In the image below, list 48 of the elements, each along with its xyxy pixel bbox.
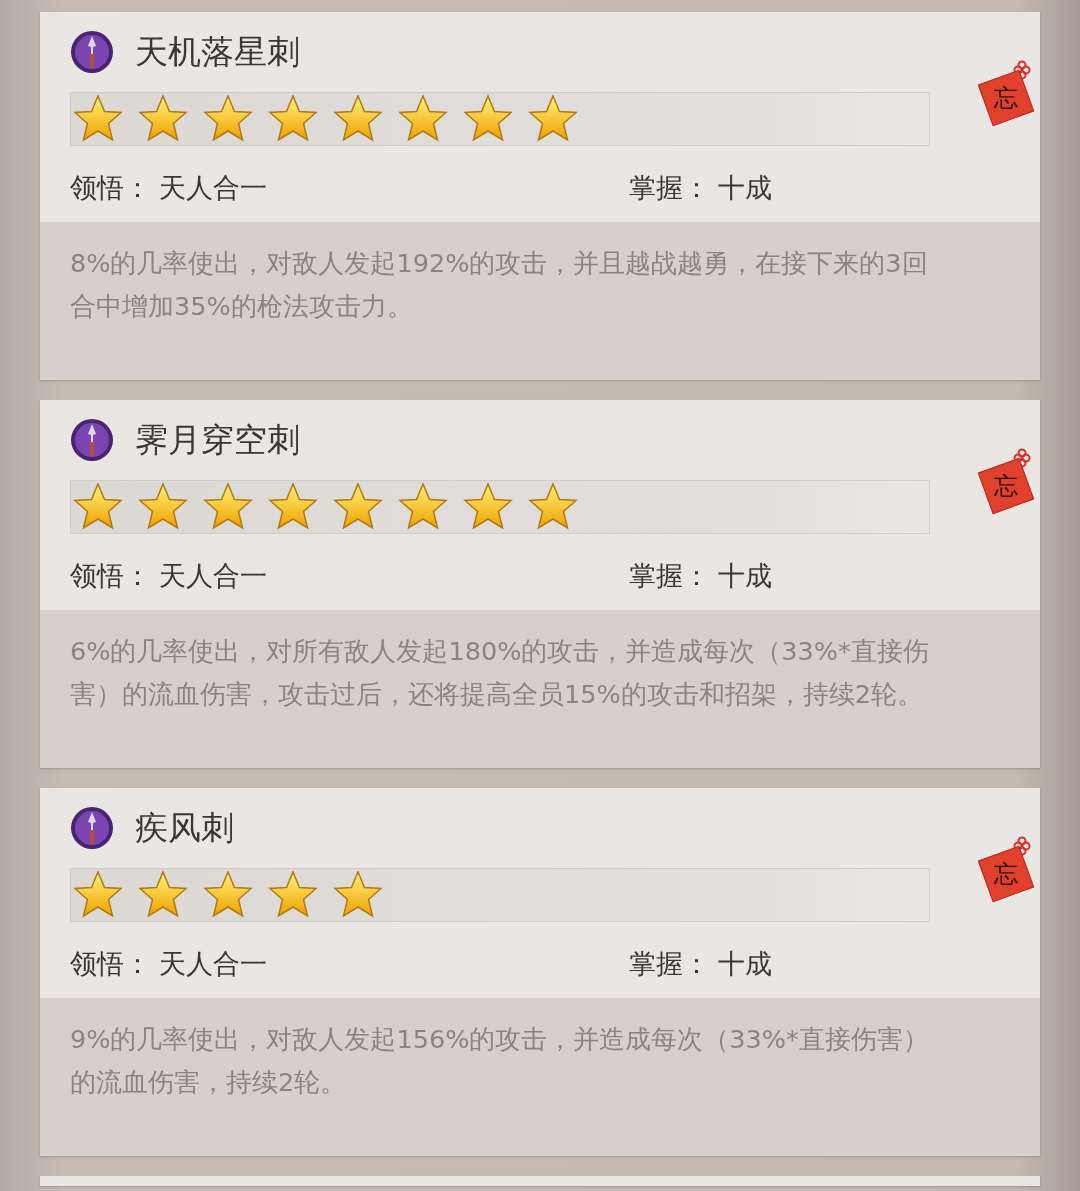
- comprehension-label: 领悟：: [70, 947, 151, 981]
- star-icon: [528, 94, 578, 144]
- star-icon: [73, 94, 123, 144]
- star-icon: [138, 482, 188, 532]
- star-icon: [203, 94, 253, 144]
- star-icon: [398, 94, 448, 144]
- skill-name: 霁月穿空刺: [135, 418, 300, 461]
- star-icon: [73, 482, 123, 532]
- star-icon: [203, 482, 253, 532]
- tag: 忘: [977, 69, 1035, 127]
- mastery-value: 十成: [718, 947, 772, 981]
- star-icon: [138, 870, 188, 920]
- star-icon: [203, 870, 253, 920]
- knot-icon: [1012, 60, 1032, 80]
- mastery-value: 十成: [718, 171, 772, 205]
- star-icon: [268, 870, 318, 920]
- knot-icon: [1012, 836, 1032, 856]
- star-icon: [463, 482, 513, 532]
- star-icon: [138, 94, 188, 144]
- comprehension-value: 天人合一: [159, 171, 267, 205]
- star-icon: [333, 870, 383, 920]
- skill-description: 8%的几率使出，对敌人发起192%的攻击，并且越战越勇，在接下来的3回合中增加35%的枪法攻击力。: [40, 222, 1040, 380]
- spear-icon: [70, 806, 114, 850]
- skill-name: 天机落星刺: [135, 30, 300, 73]
- knot-icon: [1012, 448, 1032, 468]
- comprehension-value: 天人合一: [159, 947, 267, 981]
- mastery-label: 掌握：: [629, 947, 710, 981]
- star-icon: [268, 482, 318, 532]
- skill-description: 9%的几率使出，对敌人发起156%的攻击，并造成每次（33%*直接伤害）的流血伤害，持续2轮。: [40, 998, 1040, 1156]
- star-icon: [463, 94, 513, 144]
- tag: 忘: [977, 457, 1035, 515]
- comprehension-label: 领悟：: [70, 171, 151, 205]
- spear-icon: [70, 30, 114, 74]
- star-icon: [268, 94, 318, 144]
- comprehension-label: 领悟：: [70, 559, 151, 593]
- star-icon: [528, 482, 578, 532]
- skill-description: 6%的几率使出，对所有敌人发起180%的攻击，并造成每次（33%*直接伤害）的流血伤害，攻击过后，还将提高全员15%的攻击和招架，持续2轮。: [40, 610, 1040, 768]
- tag: 忘: [977, 845, 1035, 903]
- spear-icon: [70, 418, 114, 462]
- mastery-value: 十成: [718, 559, 772, 593]
- star-icon: [398, 482, 448, 532]
- comprehension-value: 天人合一: [159, 559, 267, 593]
- star-icon: [333, 94, 383, 144]
- mastery-label: 掌握：: [629, 559, 710, 593]
- star-icon: [333, 482, 383, 532]
- star-icon: [73, 870, 123, 920]
- mastery-label: 掌握：: [629, 171, 710, 205]
- skill-name: 疾风刺: [135, 806, 234, 849]
